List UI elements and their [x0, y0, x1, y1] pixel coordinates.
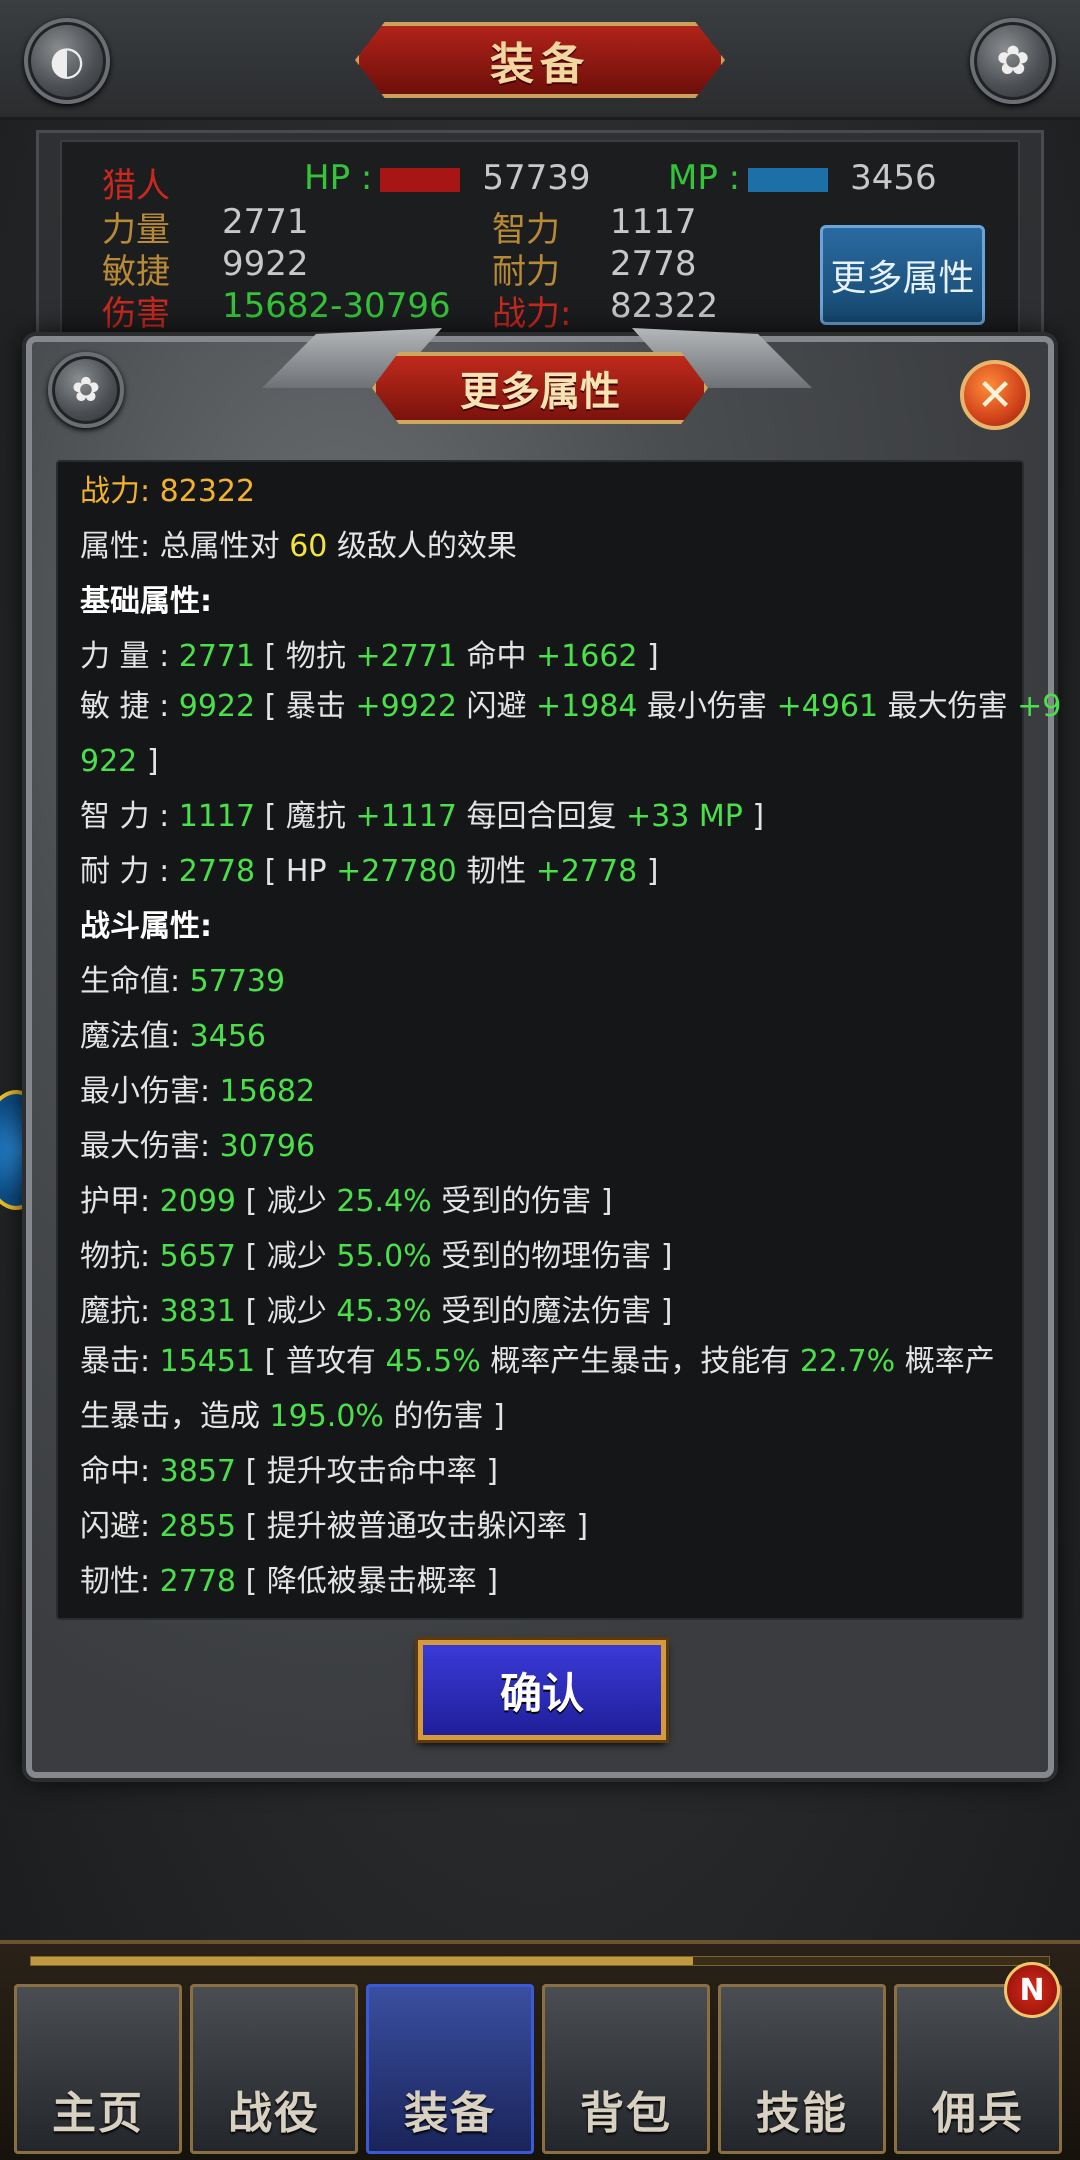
stamina-line: 耐 力 : 2778 [ HP +27780 韧性 +2778 ]: [80, 854, 659, 889]
nav-skills[interactable]: 技能: [718, 1984, 886, 2154]
agi-value: 9922: [222, 244, 309, 284]
hp-bar: [380, 167, 461, 192]
nav-home[interactable]: 主页: [14, 1984, 182, 2154]
page-title: 装备: [490, 39, 590, 90]
mp-stat: MP :3456: [668, 158, 937, 198]
hp-stat: HP :57739: [304, 158, 591, 198]
toughness-line: 韧性: 2778 [ 降低被暴击概率 ]: [80, 1564, 499, 1599]
min-damage-line: 最小伤害: 15682: [80, 1074, 316, 1109]
strength-line: 力 量 : 2771 [ 物抗 +2771 命中 +1662 ]: [80, 639, 659, 674]
crit-line-cont: 生暴击，造成 195.0% 的伤害 ]: [80, 1399, 505, 1434]
mp-bar: [748, 167, 829, 192]
helmet-icon[interactable]: ◐: [24, 18, 110, 104]
dmg-label: 伤害: [102, 294, 170, 334]
class-name: 猎人: [102, 166, 170, 206]
intelligence-line: 智 力 : 1117 [ 魔抗 +1117 每回合回复 +33 MP ]: [80, 799, 765, 834]
agility-line-cont: 922 ]: [80, 744, 159, 779]
dialog-title: 更多属性: [460, 369, 620, 415]
nav-campaign[interactable]: 战役: [190, 1984, 358, 2154]
close-icon[interactable]: ✕: [960, 360, 1030, 430]
magic-resist-line: 魔抗: 3831 [ 减少 45.3% 受到的魔法伤害 ]: [80, 1294, 673, 1329]
dmg-value: 15682-30796: [222, 286, 451, 326]
attr-level-line: 属性: 总属性对 60 级敌人的效果: [80, 529, 517, 564]
dodge-line: 闪避: 2855 [ 提升被普通攻击躲闪率 ]: [80, 1509, 589, 1544]
paw-icon[interactable]: ✿: [48, 352, 124, 428]
str-value: 2771: [222, 202, 309, 242]
game-screen: ◐ 装备 ✿ 猎人 HP :57739 MP :3456 力量 2771 智力 …: [0, 0, 1080, 2160]
paw-icon[interactable]: ✿: [970, 18, 1056, 104]
armor-line: 护甲: 2099 [ 减少 25.4% 受到的伤害 ]: [80, 1184, 613, 1219]
hp-line: 生命值: 57739: [80, 964, 286, 999]
power-label: 战力:: [492, 294, 572, 334]
new-badge: N: [1004, 1962, 1060, 2018]
more-attributes-button[interactable]: 更多属性: [820, 225, 985, 325]
sta-value: 2778: [610, 244, 697, 284]
combat-attributes-header: 战斗属性:: [80, 909, 212, 944]
experience-bar: [30, 1956, 1050, 1966]
crit-line: 暴击: 15451 [ 普攻有 45.5% 概率产生暴击，技能有 22.7% 概…: [80, 1344, 995, 1379]
bottom-nav: 主页 战役 装备 背包 技能 佣兵: [0, 1940, 1080, 2160]
page-title-plate: 装备: [355, 22, 725, 98]
mp-line: 魔法值: 3456: [80, 1019, 267, 1054]
int-value: 1117: [610, 202, 697, 242]
physical-resist-line: 物抗: 5657 [ 减少 55.0% 受到的物理伤害 ]: [80, 1239, 673, 1274]
agility-line: 敏 捷 : 9922 [ 暴击 +9922 闪避 +1984 最小伤害 +496…: [80, 689, 1062, 724]
confirm-button[interactable]: 确认: [418, 1640, 666, 1740]
nav-backpack[interactable]: 背包: [542, 1984, 710, 2154]
attributes-list: 战力: 82322 属性: 总属性对 60 级敌人的效果 基础属性: 力 量 :…: [56, 460, 1061, 1620]
dialog-title-plate: 更多属性: [372, 352, 708, 424]
max-damage-line: 最大伤害: 30796: [80, 1129, 316, 1164]
power-line: 战力: 82322: [80, 474, 256, 509]
nav-equipment[interactable]: 装备: [366, 1984, 534, 2154]
confirm-label: 确认: [499, 1668, 584, 1718]
power-value: 82322: [610, 286, 719, 326]
top-bar: ◐ 装备 ✿: [0, 0, 1080, 120]
basic-attributes-header: 基础属性:: [80, 584, 212, 619]
hit-line: 命中: 3857 [ 提升攻击命中率 ]: [80, 1454, 499, 1489]
